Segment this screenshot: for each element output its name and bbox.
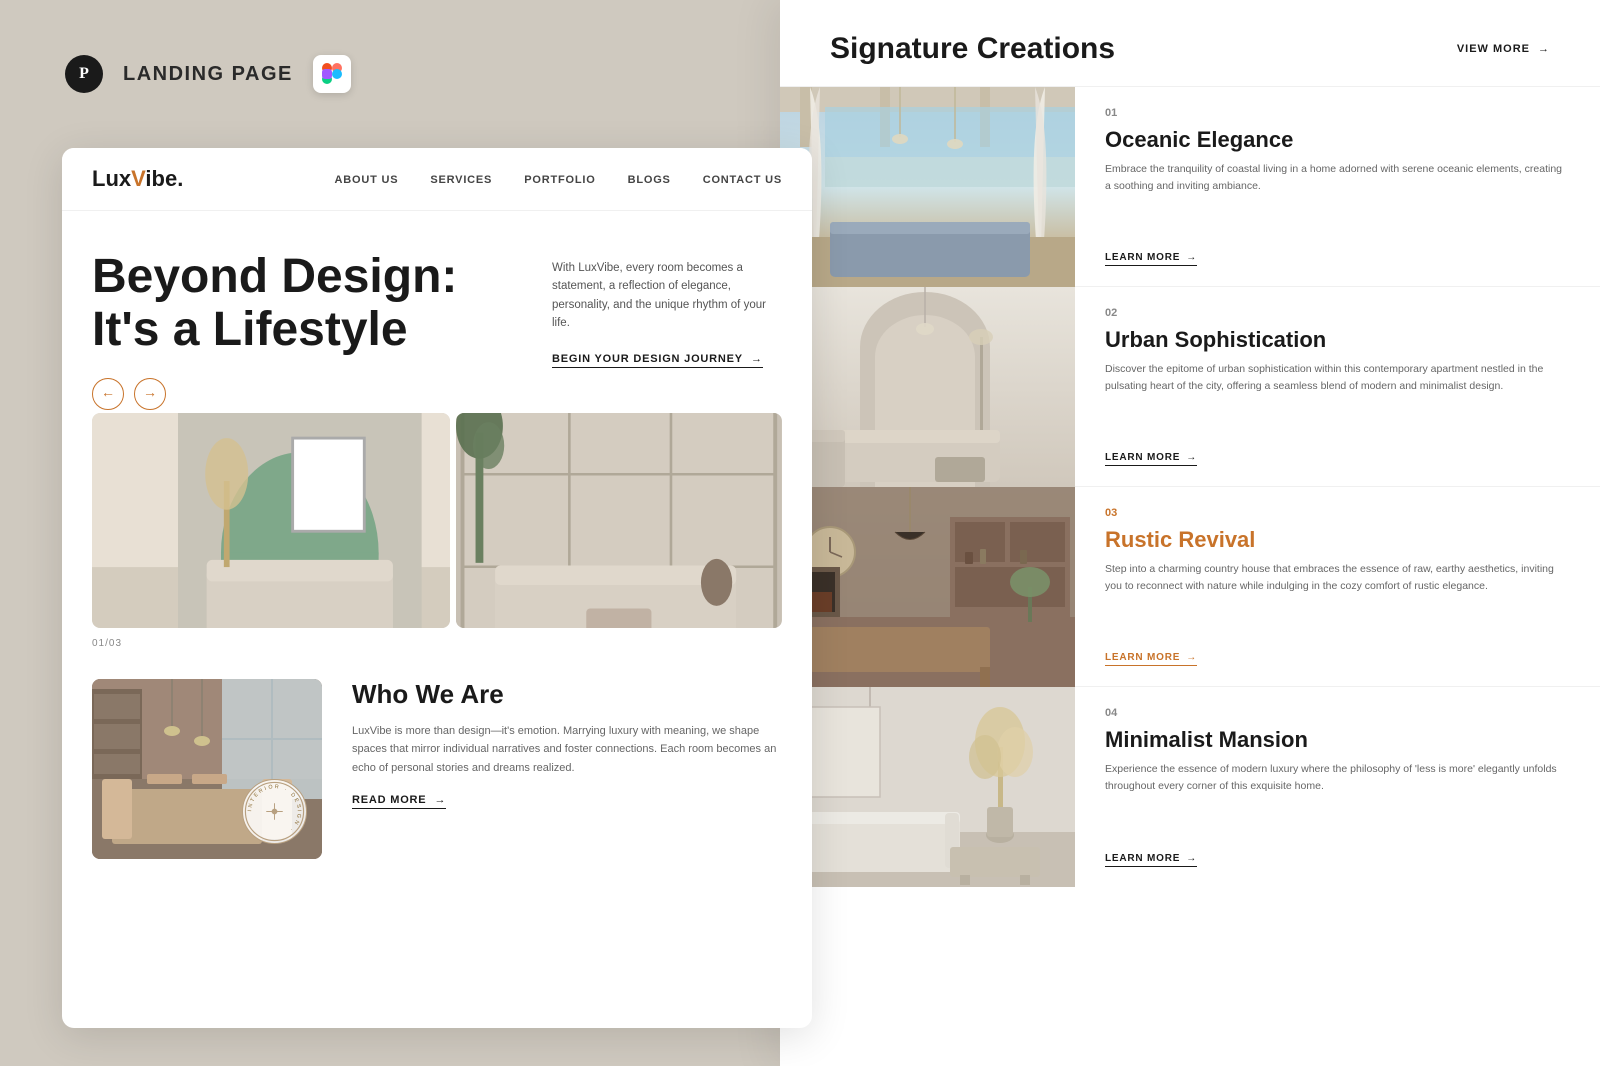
creation-item-4: 04 Minimalist Mansion Experience the ess… (780, 687, 1600, 887)
creation-content-1: 01 Oceanic Elegance Embrace the tranquil… (1075, 87, 1600, 286)
who-content: Who We Are LuxVibe is more than design—i… (352, 679, 782, 809)
creation-desc-3: Step into a charming country house that … (1105, 561, 1570, 642)
creation-item-3: 03 Rustic Revival Step into a charming c… (780, 487, 1600, 687)
nav-links: ABOUT US SERVICES PORTFOLIO BLOGS CONTAC… (335, 170, 782, 188)
creation-item-1: 01 Oceanic Elegance Embrace the tranquil… (780, 87, 1600, 287)
left-card: LuxVibe. ABOUT US SERVICES PORTFOLIO BLO… (62, 148, 812, 1028)
nav-blogs[interactable]: BLOGS (628, 174, 671, 186)
who-section: INTERIOR · DESIGN · Who We Are LuxVibe i… (62, 649, 812, 889)
creation-desc-2: Discover the epitome of urban sophistica… (1105, 361, 1570, 442)
slide-2 (456, 413, 782, 628)
creation-name-4: Minimalist Mansion (1105, 727, 1570, 753)
view-more-button[interactable]: VIEW MORE → (1457, 43, 1550, 55)
who-title: Who We Are (352, 679, 782, 710)
learn-more-1[interactable]: LEARN MORE → (1105, 252, 1197, 266)
who-image: INTERIOR · DESIGN · (92, 679, 322, 859)
creation-content-2: 02 Urban Sophistication Discover the epi… (1075, 287, 1600, 486)
slider-next-button[interactable]: → (134, 378, 166, 410)
creation-number-3: 03 (1105, 507, 1570, 519)
creation-number-1: 01 (1105, 107, 1570, 119)
slider-area: ← → (62, 413, 812, 649)
slides-container (92, 413, 782, 628)
creation-content-3: 03 Rustic Revival Step into a charming c… (1075, 487, 1600, 686)
creation-desc-1: Embrace the tranquility of coastal livin… (1105, 161, 1570, 242)
creation-item-2: 02 Urban Sophistication Discover the epi… (780, 287, 1600, 487)
figma-icon (313, 55, 351, 93)
read-more-button[interactable]: READ MORE → (352, 794, 446, 809)
top-bar: P LANDING PAGE (65, 55, 351, 93)
creation-image-oceanic (780, 87, 1075, 287)
creation-image-minimalist (780, 687, 1075, 887)
brand-logo: LuxVibe. (92, 166, 335, 192)
slide-counter: 01/03 (92, 638, 782, 649)
creation-number-4: 04 (1105, 707, 1570, 719)
who-description: LuxVibe is more than design—it's emotion… (352, 722, 782, 778)
hero-title: Beyond Design: It's a Lifestyle (92, 251, 472, 357)
slider-controls: ← → (92, 378, 166, 410)
right-header: Signature Creations VIEW MORE → (780, 0, 1600, 87)
creation-name-1: Oceanic Elegance (1105, 127, 1570, 153)
creation-name-3: Rustic Revival (1105, 527, 1570, 553)
creation-image-urban (780, 287, 1075, 487)
hero-description: With LuxVibe, every room becomes a state… (552, 259, 782, 333)
hero-cta-button[interactable]: BEGIN YOUR DESIGN JOURNEY → (552, 353, 763, 368)
learn-more-4[interactable]: LEARN MORE → (1105, 853, 1197, 867)
navbar: LuxVibe. ABOUT US SERVICES PORTFOLIO BLO… (62, 148, 812, 211)
right-card: Signature Creations VIEW MORE → (780, 0, 1600, 1066)
nav-portfolio[interactable]: PORTFOLIO (524, 174, 595, 186)
signature-title: Signature Creations (830, 32, 1115, 66)
slider-prev-button[interactable]: ← (92, 378, 124, 410)
creation-number-2: 02 (1105, 307, 1570, 319)
hero-section: Beyond Design: It's a Lifestyle With Lux… (62, 211, 812, 398)
creation-desc-4: Experience the essence of modern luxury … (1105, 761, 1570, 843)
creation-content-4: 04 Minimalist Mansion Experience the ess… (1075, 687, 1600, 887)
slide-1 (92, 413, 450, 628)
learn-more-2[interactable]: LEARN MORE → (1105, 452, 1197, 466)
logo-icon: P (65, 55, 103, 93)
top-bar-title: LANDING PAGE (123, 63, 293, 86)
nav-contact[interactable]: CONTACT US (703, 174, 782, 186)
creation-image-rustic (780, 487, 1075, 687)
learn-more-3[interactable]: LEARN MORE → (1105, 652, 1197, 666)
creation-name-2: Urban Sophistication (1105, 327, 1570, 353)
nav-about[interactable]: ABOUT US (335, 174, 399, 186)
nav-services[interactable]: SERVICES (430, 174, 492, 186)
who-badge: INTERIOR · DESIGN · (242, 779, 307, 844)
